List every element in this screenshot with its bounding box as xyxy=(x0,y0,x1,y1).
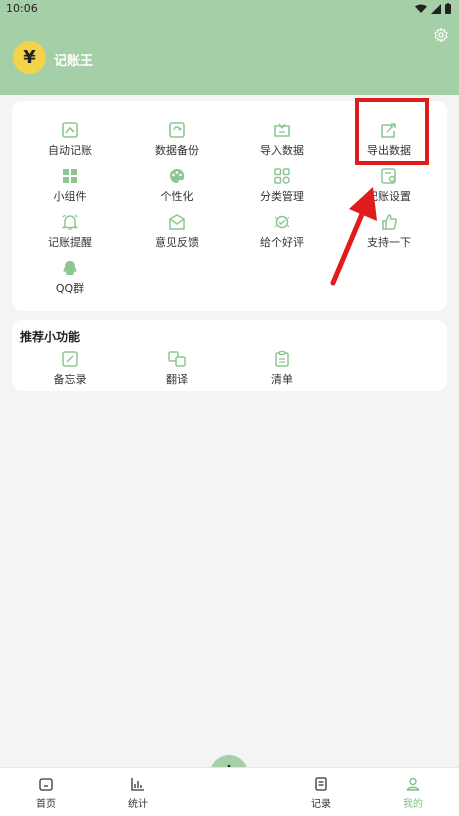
mini-feature-checklist[interactable]: 清单 xyxy=(232,350,332,390)
header: 10:06 ¥ 记账王 xyxy=(0,0,459,95)
widget-icon xyxy=(63,169,77,183)
nav-item-records[interactable]: 记录 xyxy=(291,776,351,810)
memo-icon xyxy=(62,351,78,367)
avatar[interactable]: ¥ xyxy=(13,41,46,74)
feature-category[interactable]: 分类管理 xyxy=(232,167,332,207)
book-settings-icon xyxy=(381,168,396,184)
checklist-icon xyxy=(275,350,289,367)
feature-auto-book[interactable]: 自动记账 xyxy=(20,121,120,161)
annotation-arrow xyxy=(330,187,377,286)
bottom-nav: 首页 统计 记录 我的 xyxy=(0,767,459,816)
chart-icon xyxy=(131,778,144,791)
feature-personalize[interactable]: 个性化 xyxy=(127,167,227,207)
nav-label: 记录 xyxy=(311,799,331,810)
record-icon xyxy=(315,777,327,791)
feature-label: 备忘录 xyxy=(53,373,87,386)
mini-feature-memo[interactable]: 备忘录 xyxy=(20,350,120,390)
feature-rate[interactable]: 给个好评 xyxy=(232,213,332,253)
feature-label: 自动记账 xyxy=(48,144,92,157)
rate-icon xyxy=(274,215,290,229)
section-title: 推荐小功能 xyxy=(20,330,81,344)
gear-icon[interactable] xyxy=(433,27,449,43)
translate-icon xyxy=(168,351,186,367)
category-icon xyxy=(274,168,290,184)
feature-label: 分类管理 xyxy=(260,190,304,203)
battery-icon xyxy=(445,3,451,14)
status-time: 10:06 xyxy=(6,2,38,15)
nav-item-stats[interactable]: 统计 xyxy=(108,776,168,810)
signal-icon xyxy=(431,3,441,14)
bell-icon xyxy=(61,214,79,230)
qq-icon xyxy=(63,261,77,275)
nav-label: 我的 xyxy=(403,799,423,810)
system-icons xyxy=(415,3,451,14)
nav-label: 首页 xyxy=(36,799,56,810)
feature-feedback[interactable]: 意见反馈 xyxy=(127,213,227,253)
highlight-box xyxy=(355,98,429,165)
username[interactable]: 记账王 xyxy=(54,50,93,69)
profile-icon xyxy=(406,777,420,791)
import-icon xyxy=(274,123,290,137)
feature-label: 小组件 xyxy=(53,190,87,203)
feature-label: 清单 xyxy=(271,373,293,386)
feature-label: 数据备份 xyxy=(155,144,199,157)
feature-reminder[interactable]: 记账提醒 xyxy=(20,213,120,253)
feature-label: 意见反馈 xyxy=(155,236,199,249)
nav-item-profile[interactable]: 我的 xyxy=(383,776,443,810)
status-bar: 10:06 xyxy=(0,0,459,20)
mini-feature-translate[interactable]: 翻译 xyxy=(127,350,227,390)
home-icon xyxy=(39,778,53,791)
feature-import[interactable]: 导入数据 xyxy=(232,121,332,161)
feature-label: 给个好评 xyxy=(260,236,304,249)
feature-qq-group[interactable]: QQ群 xyxy=(20,259,120,299)
backup-icon xyxy=(169,122,185,138)
palette-icon xyxy=(170,168,185,183)
auto-book-icon xyxy=(62,122,78,138)
wifi-icon xyxy=(415,4,427,13)
feature-label: 记账提醒 xyxy=(48,236,92,249)
nav-label: 统计 xyxy=(128,799,148,810)
avatar-glyph: ¥ xyxy=(23,47,36,68)
feature-label: 翻译 xyxy=(166,373,188,386)
feature-label: 个性化 xyxy=(160,190,194,203)
feature-backup[interactable]: 数据备份 xyxy=(127,121,227,161)
nav-item-home[interactable]: 首页 xyxy=(16,776,76,810)
feature-widget[interactable]: 小组件 xyxy=(20,167,120,207)
feedback-icon xyxy=(169,214,185,230)
feature-label: QQ群 xyxy=(55,282,85,295)
mini-features-card: 推荐小功能 备忘录 翻译 清单 xyxy=(12,320,447,391)
feature-label: 导入数据 xyxy=(260,144,304,157)
